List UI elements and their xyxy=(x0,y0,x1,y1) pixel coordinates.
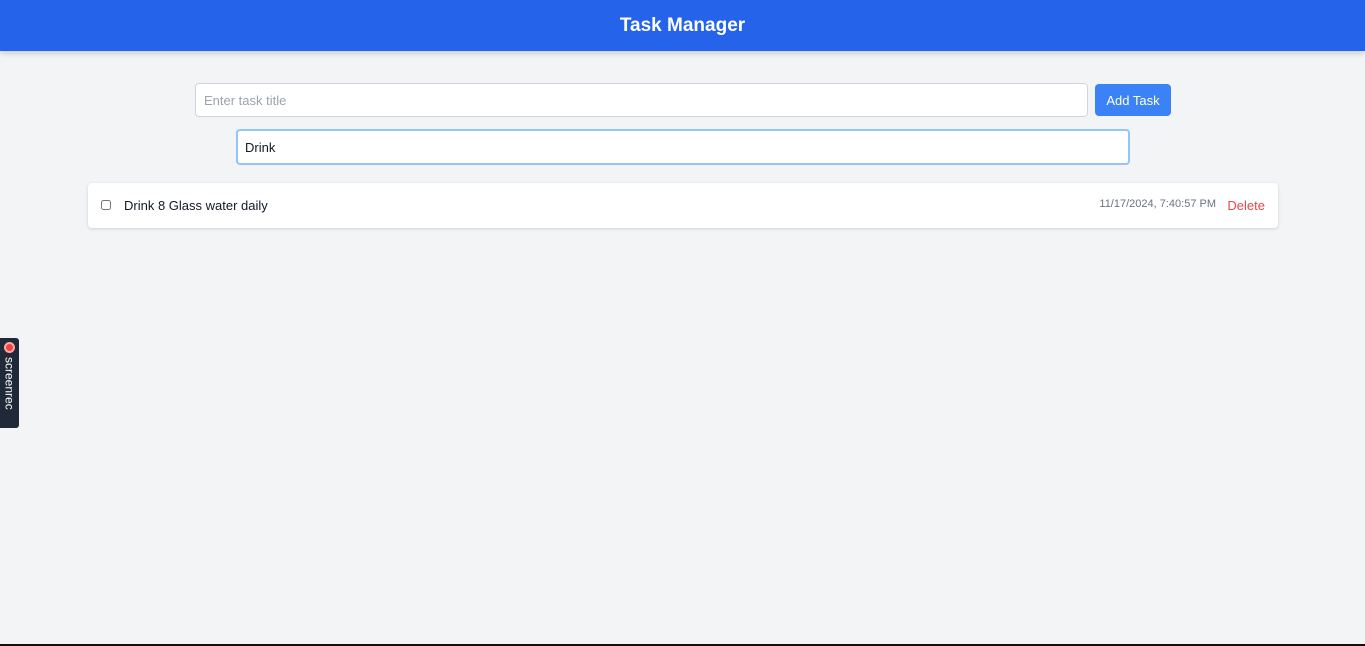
record-dot-icon xyxy=(4,342,15,353)
app-title: Task Manager xyxy=(619,14,746,36)
delete-task-button[interactable]: Delete xyxy=(1227,198,1265,213)
recorder-label: screenrec xyxy=(2,357,17,410)
task-title: Drink 8 Glass water daily xyxy=(124,198,268,213)
screen-recorder-badge[interactable]: screenrec xyxy=(0,338,19,428)
add-task-button[interactable]: Add Task xyxy=(1095,84,1171,116)
task-complete-checkbox[interactable] xyxy=(101,200,111,210)
task-timestamp: 11/17/2024, 7:40:57 PM xyxy=(1099,198,1216,210)
task-title-input[interactable] xyxy=(195,83,1088,117)
app-header: Task Manager xyxy=(0,0,1365,51)
search-input[interactable] xyxy=(236,129,1130,165)
task-item: Drink 8 Glass water daily 11/17/2024, 7:… xyxy=(88,183,1278,228)
